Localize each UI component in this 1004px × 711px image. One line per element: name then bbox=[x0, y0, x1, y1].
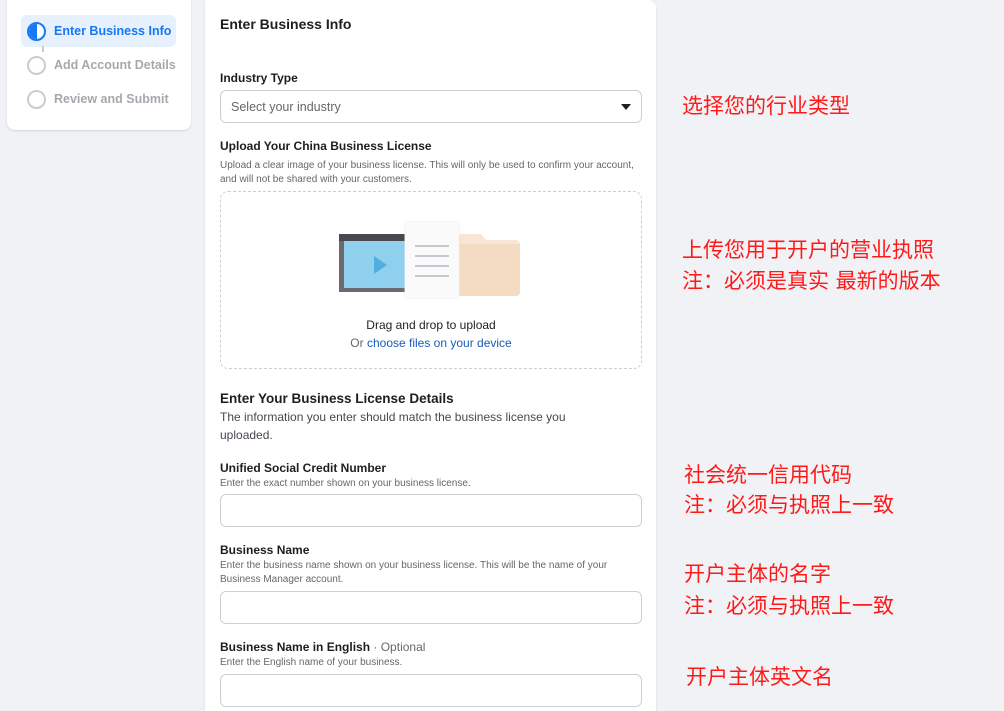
upload-illustration-icon bbox=[339, 221, 520, 299]
annotation-name-line1: 开户主体的名字 bbox=[684, 562, 831, 586]
business-name-en-hint: Enter the English name of your business. bbox=[220, 657, 403, 668]
or-text: Or bbox=[350, 336, 364, 350]
empty-circle-icon bbox=[27, 55, 46, 75]
industry-label: Industry Type bbox=[220, 71, 298, 85]
drag-drop-text: Drag and drop to upload bbox=[366, 318, 496, 332]
annotation-credit-line2: 注：必须与执照上一致 bbox=[684, 493, 894, 517]
industry-select[interactable]: Select your industry bbox=[220, 90, 642, 123]
business-name-en-label: Business Name in English · Optional bbox=[220, 640, 425, 654]
credit-number-hint: Enter the exact number shown on your bus… bbox=[220, 478, 471, 489]
half-filled-circle-icon bbox=[27, 21, 46, 41]
license-details-description: The information you enter should match t… bbox=[220, 410, 566, 442]
business-name-en-label-text: Business Name in English bbox=[220, 640, 371, 654]
business-info-form: Enter Business Info Industry Type Select… bbox=[205, 0, 656, 711]
empty-circle-icon bbox=[27, 89, 46, 109]
choose-files-link[interactable]: choose files on your device bbox=[367, 336, 512, 350]
form-title: Enter Business Info bbox=[220, 16, 352, 32]
step-enter-business-info[interactable]: Enter Business Info bbox=[21, 15, 176, 47]
license-details-title: Enter Your Business License Details bbox=[220, 391, 454, 406]
annotation-industry: 选择您的行业类型 bbox=[682, 94, 850, 118]
step-review-and-submit[interactable]: Review and Submit bbox=[21, 83, 176, 115]
business-name-hint: Enter the business name shown on your bu… bbox=[220, 560, 608, 585]
step-label: Add Account Details bbox=[54, 58, 176, 72]
annotation-credit-line1: 社会统一信用代码 bbox=[684, 463, 852, 487]
annotation-name-line2: 注：必须与执照上一致 bbox=[684, 594, 894, 618]
annotation-license-line2: 注：必须是真实 最新的版本 bbox=[682, 269, 941, 293]
step-add-account-details[interactable]: Add Account Details bbox=[21, 49, 176, 81]
caret-down-icon bbox=[621, 103, 631, 110]
business-name-label: Business Name bbox=[220, 543, 310, 557]
annotation-license-line1: 上传您用于开户的营业执照 bbox=[682, 238, 934, 262]
steps-panel: Enter Business Info Add Account Details … bbox=[7, 0, 191, 130]
license-upload-label: Upload Your China Business License bbox=[220, 139, 432, 153]
choose-files-line: Or choose files on your device bbox=[221, 336, 641, 350]
step-label: Review and Submit bbox=[54, 92, 169, 106]
step-label: Enter Business Info bbox=[54, 24, 172, 38]
credit-number-input[interactable] bbox=[220, 494, 642, 527]
annotation-name-en-line1: 开户主体英文名 bbox=[686, 665, 833, 689]
optional-tag: · Optional bbox=[373, 640, 426, 654]
credit-number-label: Unified Social Credit Number bbox=[220, 461, 387, 475]
business-name-input[interactable] bbox=[220, 591, 642, 624]
industry-placeholder: Select your industry bbox=[231, 99, 341, 114]
business-name-en-input[interactable] bbox=[220, 674, 642, 707]
license-dropzone[interactable]: Drag and drop to upload Or choose files … bbox=[220, 191, 642, 369]
license-upload-hint: Upload a clear image of your business li… bbox=[220, 160, 634, 185]
